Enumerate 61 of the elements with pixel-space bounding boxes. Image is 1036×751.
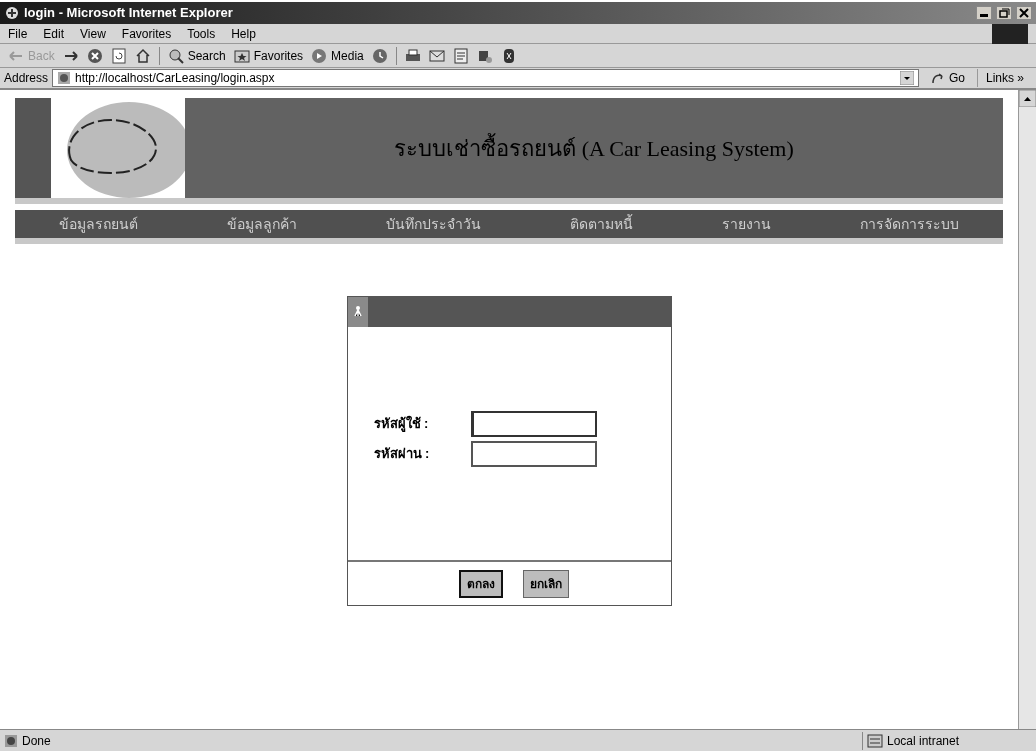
close-icon xyxy=(1017,6,1031,20)
field-label: รหัสผ่าน : xyxy=(373,444,431,463)
links-button[interactable]: Links » xyxy=(976,69,1032,87)
field-label: รหัสผู้ใช้ : xyxy=(373,414,430,434)
nav-link[interactable]: รายงาน xyxy=(721,213,771,235)
status-text: Done xyxy=(22,732,52,750)
minimize-button[interactable] xyxy=(976,6,992,20)
print-button[interactable] xyxy=(404,47,421,64)
ok-button[interactable]: ตกลง xyxy=(459,569,503,598)
mail-button[interactable] xyxy=(428,47,445,64)
history-button[interactable] xyxy=(371,47,388,64)
edit-icon xyxy=(452,47,469,64)
print-icon xyxy=(404,47,421,64)
media-button[interactable]: Media xyxy=(311,46,364,65)
home-button[interactable] xyxy=(134,47,151,64)
restore-icon xyxy=(997,6,1011,20)
cancel-button[interactable]: ยกเลิก xyxy=(523,569,569,598)
favorites-button[interactable]: Favorites xyxy=(233,46,304,65)
history-icon xyxy=(371,47,388,64)
stop-icon xyxy=(86,47,103,64)
search-icon xyxy=(167,47,184,64)
menu-item[interactable]: View xyxy=(80,24,106,43)
site-title: ระบบเช่าซื้อรถยนต์ (A Car Leasing System) xyxy=(393,132,795,163)
minimize-icon xyxy=(980,14,988,17)
media-icon xyxy=(311,47,328,64)
page-done-icon xyxy=(4,733,18,748)
close-button[interactable] xyxy=(1016,6,1032,20)
menu-item[interactable]: Help xyxy=(231,24,256,43)
refresh-icon xyxy=(110,47,127,64)
nav-link[interactable]: ข้อมูลรถยนต์ xyxy=(59,213,139,235)
throbber-logo xyxy=(992,23,1028,44)
menu-item[interactable]: Tools xyxy=(187,24,216,43)
menu-item[interactable]: File xyxy=(8,24,28,43)
go-arrow-icon xyxy=(930,71,945,85)
zone-text: Local intranet xyxy=(887,732,960,750)
nav-link[interactable]: ข้อมูลลูกค้า xyxy=(227,213,298,235)
dropdown-arrow-icon[interactable] xyxy=(899,71,914,85)
nav-link[interactable]: ติดตามหนี้ xyxy=(569,213,633,235)
restore-button[interactable] xyxy=(996,6,1012,20)
address-field[interactable]: http://localhost/CarLeasing/login.aspx xyxy=(52,69,919,87)
stop-button[interactable] xyxy=(86,47,103,64)
mail-icon xyxy=(428,47,445,64)
url-text: http://localhost/CarLeasing/login.aspx xyxy=(75,70,276,87)
vertical-scrollbar[interactable] xyxy=(1018,90,1036,729)
nav-link[interactable]: การจัดการระบบ xyxy=(859,213,959,235)
search-button[interactable]: Search xyxy=(167,46,226,65)
edit-button[interactable] xyxy=(452,47,469,64)
address-label: Address xyxy=(4,70,49,87)
menu-item[interactable]: Favorites xyxy=(121,24,172,43)
menu-item[interactable]: Edit xyxy=(43,24,65,43)
browser-icon xyxy=(4,5,20,21)
username-field[interactable] xyxy=(470,410,597,437)
home-icon xyxy=(134,47,151,64)
password-field[interactable] xyxy=(470,440,597,467)
refresh-button[interactable] xyxy=(110,47,127,64)
go-button[interactable]: Go xyxy=(922,69,973,87)
page-icon xyxy=(57,71,72,85)
favorites-icon xyxy=(233,47,250,64)
scroll-up-icon[interactable] xyxy=(1019,90,1036,107)
window-title: login - Microsoft Internet Explorer xyxy=(24,4,234,23)
nav-link[interactable]: บันทึกประจำวัน xyxy=(386,213,482,235)
